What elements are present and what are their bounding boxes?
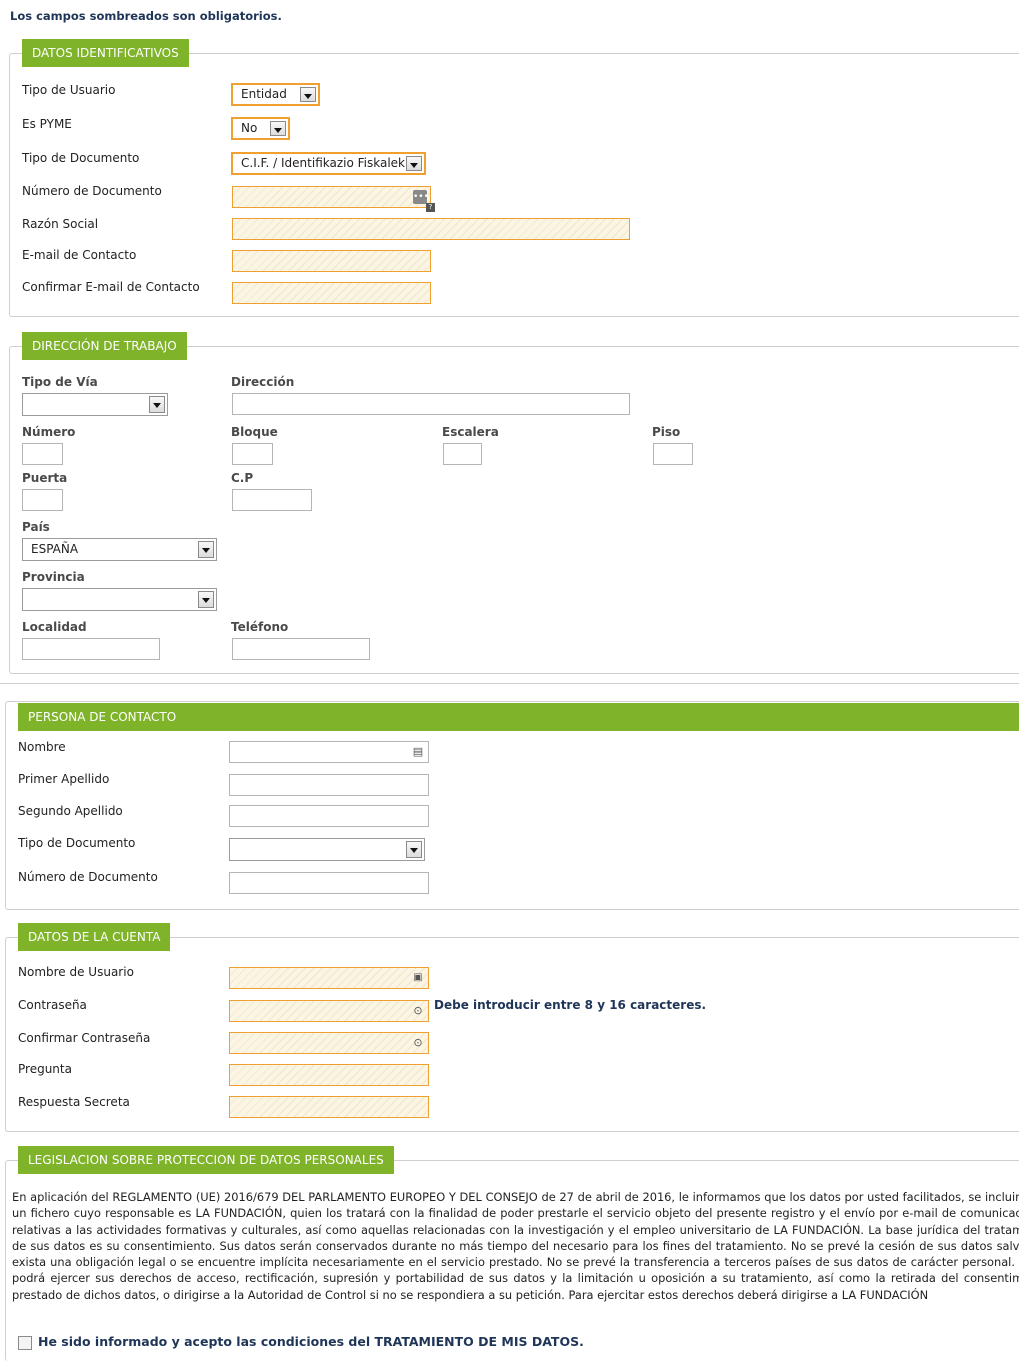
bloque-input[interactable] <box>232 443 273 465</box>
chevron-down-icon[interactable] <box>198 591 214 608</box>
password-hint: Debe introducir entre 8 y 16 caracteres. <box>434 998 707 1012</box>
tipo-usuario-select[interactable]: Entidad <box>231 83 320 106</box>
segundo-apellido-input[interactable] <box>229 805 429 827</box>
numero-label: Número <box>22 425 76 439</box>
password-input[interactable]: ⊙ <box>229 1000 429 1022</box>
tipo-documento-select[interactable]: C.I.F. / Identifikazio Fiskalek <box>231 152 426 175</box>
chevron-down-icon[interactable] <box>270 121 286 136</box>
localidad-label: Localidad <box>22 620 87 634</box>
cp-label: C.P <box>231 471 254 485</box>
chevron-down-icon[interactable] <box>406 156 422 171</box>
confirm-password-input[interactable]: ⊙ <box>229 1032 429 1054</box>
tipo-usuario-label: Tipo de Usuario <box>22 83 116 97</box>
razon-social-label: Razón Social <box>22 217 99 231</box>
pais-value: ESPAÑA <box>31 542 79 556</box>
id-card-icon[interactable]: ▣ <box>411 971 425 985</box>
legislacion-legend: LEGISLACION SOBRE PROTECCION DE DATOS PE… <box>18 1146 394 1174</box>
direccion-input[interactable] <box>232 393 630 415</box>
pregunta-input[interactable] <box>229 1064 429 1086</box>
key-icon[interactable]: ⊙ <box>411 1004 425 1018</box>
es-pyme-select[interactable]: No <box>231 117 290 140</box>
usuario-input[interactable]: ▣ <box>229 967 429 989</box>
respuesta-input[interactable] <box>229 1096 429 1118</box>
segundo-apellido-label: Segundo Apellido <box>18 804 123 818</box>
chevron-down-icon[interactable] <box>406 841 422 858</box>
required-fields-note: Los campos sombreados son obligatorios. <box>10 9 282 23</box>
confirm-email-label: Confirmar E-mail de Contacto <box>22 280 200 294</box>
email-label: E-mail de Contacto <box>22 248 137 262</box>
cuenta-section <box>5 937 1019 1132</box>
cuenta-legend: DATOS DE LA CUENTA <box>18 923 171 951</box>
pais-select[interactable]: ESPAÑA <box>22 538 217 561</box>
numero-documento-input[interactable]: ••• <box>232 186 431 208</box>
bloque-label: Bloque <box>231 425 278 439</box>
contacto-tipo-documento-label: Tipo de Documento <box>18 836 136 850</box>
pregunta-label: Pregunta <box>18 1062 72 1076</box>
contact-card-icon[interactable]: ▤ <box>411 745 425 759</box>
accept-label[interactable]: He sido informado y acepto las condicion… <box>38 1334 584 1349</box>
pais-label: País <box>22 520 50 534</box>
numero-documento-label: Número de Documento <box>22 184 162 198</box>
provincia-label: Provincia <box>22 570 85 584</box>
puerta-label: Puerta <box>22 471 68 485</box>
key-icon[interactable]: ⊙ <box>411 1036 425 1050</box>
telefono-input[interactable] <box>232 638 370 660</box>
legal-text: En aplicación del REGLAMENTO (UE) 2016/6… <box>12 1189 1019 1303</box>
chevron-down-icon[interactable] <box>198 541 214 558</box>
escalera-label: Escalera <box>442 425 499 439</box>
email-input[interactable] <box>232 250 431 272</box>
confirm-email-input[interactable] <box>232 282 431 304</box>
telefono-label: Teléfono <box>231 620 289 634</box>
accept-checkbox[interactable] <box>18 1336 32 1350</box>
nombre-label: Nombre <box>18 740 66 754</box>
puerta-input[interactable] <box>22 489 63 511</box>
legal-paragraph: En aplicación del REGLAMENTO (UE) 2016/6… <box>12 1190 1019 1302</box>
primer-apellido-label: Primer Apellido <box>18 772 110 786</box>
primer-apellido-input[interactable] <box>229 774 429 796</box>
nombre-input[interactable]: ▤ <box>229 741 429 763</box>
ellipsis-icon[interactable]: ••• <box>413 190 429 204</box>
tipo-usuario-value: Entidad <box>241 87 287 101</box>
identificativos-legend: DATOS IDENTIFICATIVOS <box>22 39 189 67</box>
escalera-input[interactable] <box>443 443 482 465</box>
contacto-numero-documento-input[interactable] <box>229 872 429 894</box>
chevron-down-icon[interactable] <box>149 396 165 413</box>
contacto-tipo-documento-select[interactable] <box>229 838 425 861</box>
es-pyme-value: No <box>241 121 258 135</box>
direccion-label: Dirección <box>231 375 295 389</box>
piso-label: Piso <box>652 425 681 439</box>
chevron-down-icon[interactable] <box>300 87 316 102</box>
confirm-password-label: Confirmar Contraseña <box>18 1031 151 1045</box>
help-badge-icon[interactable]: ? <box>426 203 435 212</box>
numero-input[interactable] <box>22 443 63 465</box>
password-label: Contraseña <box>18 998 87 1012</box>
contacto-numero-documento-label: Número de Documento <box>18 870 158 884</box>
cp-input[interactable] <box>232 489 312 511</box>
tipo-via-label: Tipo de Vía <box>22 375 98 389</box>
tipo-documento-value: C.I.F. / Identifikazio Fiskalek <box>241 156 406 170</box>
tipo-via-select[interactable] <box>22 393 168 416</box>
es-pyme-label: Es PYME <box>22 117 72 131</box>
usuario-label: Nombre de Usuario <box>18 965 134 979</box>
razon-social-input[interactable] <box>232 218 630 240</box>
direccion-legend: DIRECCIÓN DE TRABAJO <box>22 332 187 360</box>
contacto-legend: PERSONA DE CONTACTO <box>18 703 1019 731</box>
provincia-select[interactable] <box>22 588 217 611</box>
tipo-documento-label: Tipo de Documento <box>22 151 140 165</box>
piso-input[interactable] <box>653 443 693 465</box>
section-divider <box>0 683 1019 684</box>
respuesta-label: Respuesta Secreta <box>18 1095 130 1109</box>
localidad-input[interactable] <box>22 638 160 660</box>
